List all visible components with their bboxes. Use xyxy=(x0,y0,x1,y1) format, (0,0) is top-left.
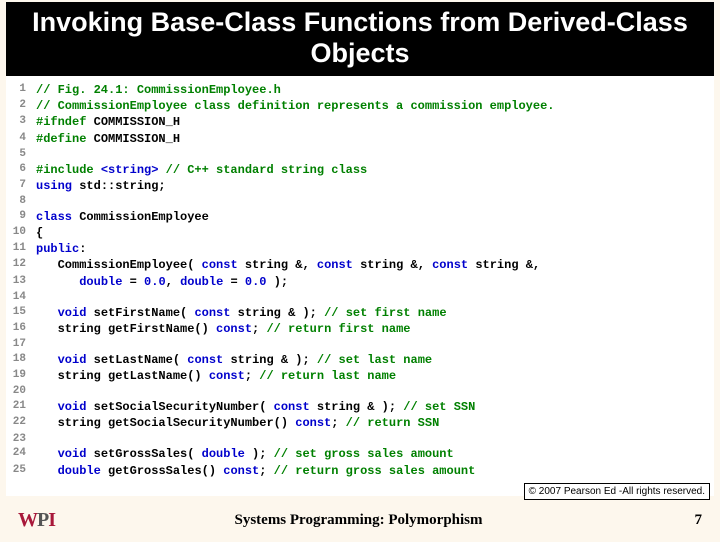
code-line: 18 void setLastName( const string & ); /… xyxy=(10,352,710,368)
code-line: 4#define COMMISSION_H xyxy=(10,131,710,147)
line-number: 3 xyxy=(10,114,36,130)
code-text: string getLastName() const; // return la… xyxy=(36,368,396,384)
code-text: double = 0.0, double = 0.0 ); xyxy=(36,274,288,290)
line-number: 13 xyxy=(10,274,36,290)
code-line: 5 xyxy=(10,147,710,162)
line-number: 25 xyxy=(10,463,36,479)
slide-title: Invoking Base-Class Functions from Deriv… xyxy=(17,7,703,69)
code-text: void setFirstName( const string & ); // … xyxy=(36,305,447,321)
line-number: 22 xyxy=(10,415,36,431)
code-text: string getSocialSecurityNumber() const; … xyxy=(36,415,439,431)
line-number: 16 xyxy=(10,321,36,337)
code-text: string getFirstName() const; // return f… xyxy=(36,321,410,337)
code-text: void setGrossSales( double ); // set gro… xyxy=(36,446,454,462)
line-number: 10 xyxy=(10,225,36,241)
slide-footer: WPI Systems Programming: Polymorphism 7 xyxy=(0,509,720,532)
line-number: 6 xyxy=(10,162,36,178)
slide-title-bar: Invoking Base-Class Functions from Deriv… xyxy=(6,2,714,76)
line-number: 2 xyxy=(10,98,36,114)
code-text: using std::string; xyxy=(36,178,166,194)
code-line: 8 xyxy=(10,194,710,209)
line-number: 21 xyxy=(10,399,36,415)
code-text: #ifndef COMMISSION_H xyxy=(36,114,180,130)
logo-letter-w: W xyxy=(18,509,37,531)
code-text: double getGrossSales() const; // return … xyxy=(36,463,475,479)
line-number: 5 xyxy=(10,147,36,162)
line-number: 8 xyxy=(10,194,36,209)
code-text: #include <string> // C++ standard string… xyxy=(36,162,367,178)
code-line: 21 void setSocialSecurityNumber( const s… xyxy=(10,399,710,415)
code-text: void setLastName( const string & ); // s… xyxy=(36,352,432,368)
code-line: 13 double = 0.0, double = 0.0 ); xyxy=(10,274,710,290)
line-number: 17 xyxy=(10,337,36,352)
line-number: 4 xyxy=(10,131,36,147)
code-line: 14 xyxy=(10,290,710,305)
line-number: 12 xyxy=(10,257,36,273)
line-number: 20 xyxy=(10,384,36,399)
line-number: 14 xyxy=(10,290,36,305)
copyright-notice: © 2007 Pearson Ed -All rights reserved. xyxy=(524,483,710,500)
code-line: 23 xyxy=(10,432,710,447)
line-number: 1 xyxy=(10,82,36,98)
line-number: 24 xyxy=(10,446,36,462)
code-line: 11public: xyxy=(10,241,710,257)
code-text: void setSocialSecurityNumber( const stri… xyxy=(36,399,475,415)
code-text: { xyxy=(36,225,43,241)
code-line: 24 void setGrossSales( double ); // set … xyxy=(10,446,710,462)
logo-letter-p: P xyxy=(37,509,48,531)
line-number: 11 xyxy=(10,241,36,257)
line-number: 7 xyxy=(10,178,36,194)
code-line: 1// Fig. 24.1: CommissionEmployee.h xyxy=(10,82,710,98)
code-line: 10{ xyxy=(10,225,710,241)
code-text: // Fig. 24.1: CommissionEmployee.h xyxy=(36,82,281,98)
page-number: 7 xyxy=(662,512,702,529)
code-line: 9class CommissionEmployee xyxy=(10,209,710,225)
code-line: 6#include <string> // C++ standard strin… xyxy=(10,162,710,178)
code-line: 15 void setFirstName( const string & ); … xyxy=(10,305,710,321)
line-number: 9 xyxy=(10,209,36,225)
code-line: 3#ifndef COMMISSION_H xyxy=(10,114,710,130)
code-line: 17 xyxy=(10,337,710,352)
code-line: 19 string getLastName() const; // return… xyxy=(10,368,710,384)
logo-letter-i: I xyxy=(48,509,55,531)
code-line: 25 double getGrossSales() const; // retu… xyxy=(10,463,710,479)
line-number: 19 xyxy=(10,368,36,384)
wpi-logo: WPI xyxy=(18,509,55,532)
code-text: CommissionEmployee( const string &, cons… xyxy=(36,257,540,273)
footer-caption: Systems Programming: Polymorphism xyxy=(234,512,482,529)
code-line: 20 xyxy=(10,384,710,399)
code-text: class CommissionEmployee xyxy=(36,209,209,225)
line-number: 18 xyxy=(10,352,36,368)
code-line: 2// CommissionEmployee class definition … xyxy=(10,98,710,114)
line-number: 15 xyxy=(10,305,36,321)
code-text: // CommissionEmployee class definition r… xyxy=(36,98,554,114)
code-line: 22 string getSocialSecurityNumber() cons… xyxy=(10,415,710,431)
code-listing: 1// Fig. 24.1: CommissionEmployee.h2// C… xyxy=(6,76,714,496)
code-line: 7using std::string; xyxy=(10,178,710,194)
code-line: 16 string getFirstName() const; // retur… xyxy=(10,321,710,337)
code-line: 12 CommissionEmployee( const string &, c… xyxy=(10,257,710,273)
code-text: #define COMMISSION_H xyxy=(36,131,180,147)
line-number: 23 xyxy=(10,432,36,447)
code-text: public: xyxy=(36,241,86,257)
